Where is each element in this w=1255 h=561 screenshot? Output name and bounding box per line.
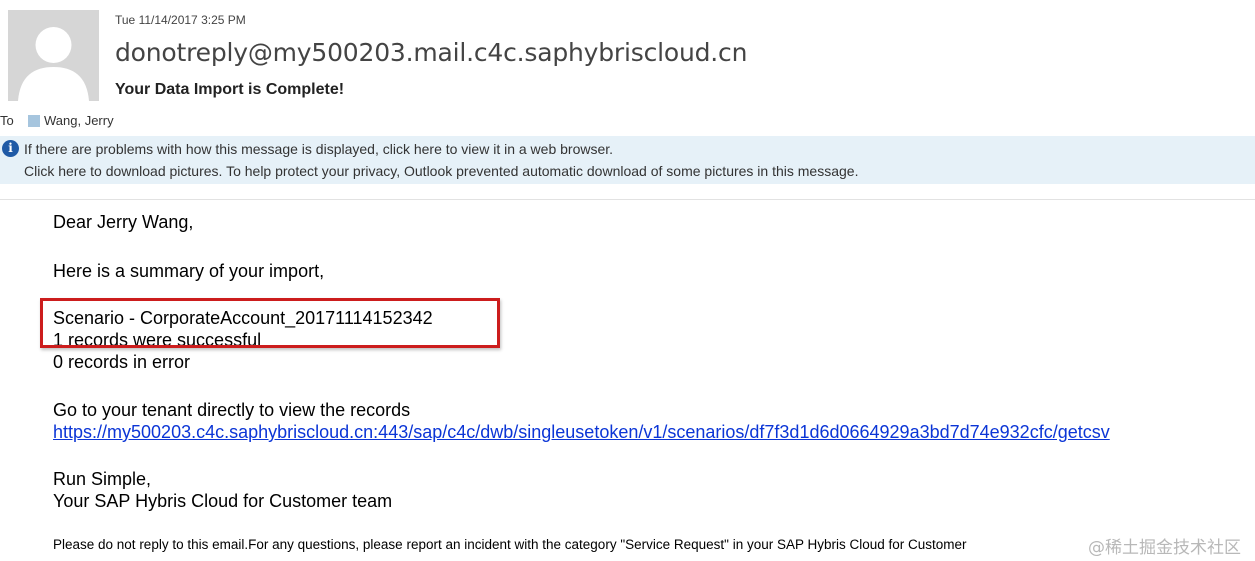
error-count: 0 records in error — [53, 352, 191, 372]
to-label: To — [0, 113, 14, 128]
view-in-browser-link[interactable]: If there are problems with how this mess… — [24, 141, 613, 157]
signoff-line1: Run Simple, — [53, 469, 152, 489]
download-pictures-link[interactable]: Click here to download pictures. To help… — [24, 163, 858, 179]
info-bar: i If there are problems with how this me… — [0, 136, 1255, 184]
sender-address[interactable]: donotreply@my500203.mail.c4c.saphybriscl… — [115, 38, 747, 67]
message-date: Tue 11/14/2017 3:25 PM — [115, 13, 246, 27]
signoff-line2: Your SAP Hybris Cloud for Customer team — [53, 491, 393, 511]
info-icon: i — [2, 140, 19, 157]
records-link[interactable]: https://my500203.c4c.saphybriscloud.cn:4… — [53, 422, 1110, 443]
footer-note: Please do not reply to this email.For an… — [53, 537, 967, 552]
highlight-box — [40, 298, 500, 348]
contact-square-icon — [28, 115, 40, 127]
sender-avatar — [8, 10, 99, 101]
message-subject: Your Data Import is Complete! — [115, 81, 345, 98]
intro-text: Here is a summary of your import, — [53, 261, 325, 281]
recipient[interactable]: Wang, Jerry — [28, 113, 114, 128]
person-silhouette-icon — [8, 10, 99, 101]
goto-text: Go to your tenant directly to view the r… — [53, 400, 411, 420]
header-divider — [0, 199, 1255, 200]
watermark: @稀土掘金技术社区 — [1088, 538, 1241, 558]
recipient-name: Wang, Jerry — [44, 113, 114, 128]
greeting: Dear Jerry Wang, — [53, 212, 194, 232]
